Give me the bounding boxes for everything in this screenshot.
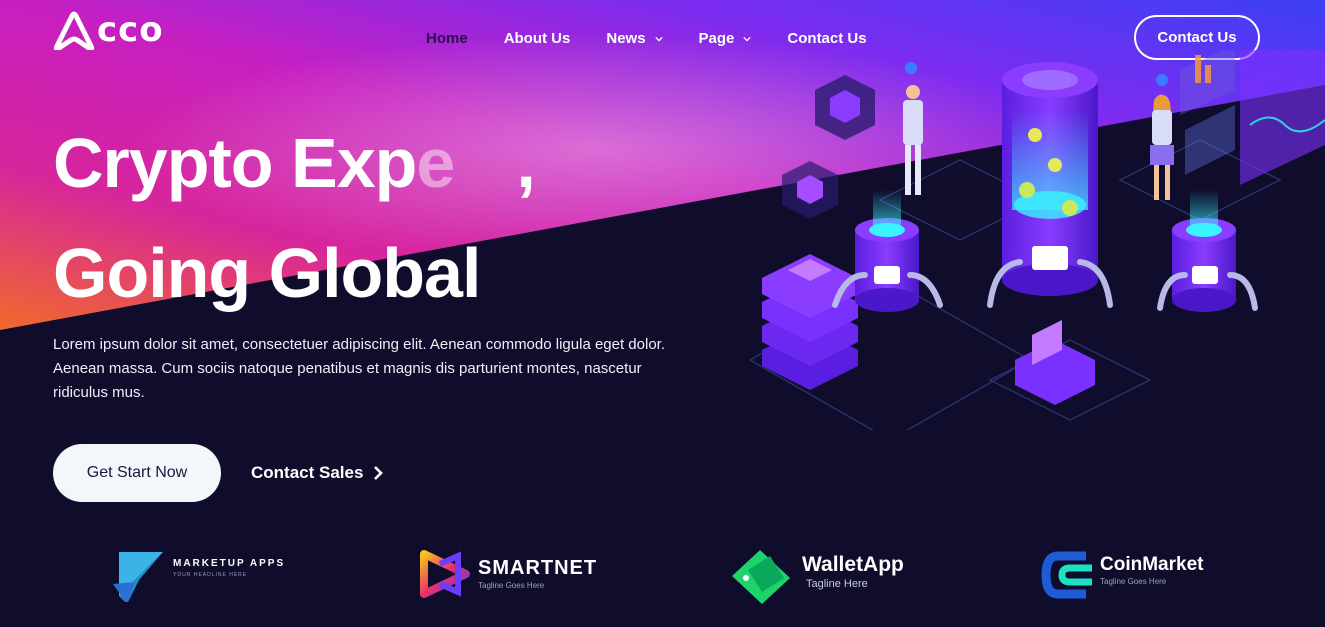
hero-title-typed: Crypto Exp (53, 124, 417, 202)
hero-title: Crypto Expe, Going Global (53, 108, 536, 328)
partner-tagline: Tagline Goes Here (478, 581, 545, 590)
nav-news[interactable]: News (606, 30, 663, 47)
partner-logo-walletapp[interactable]: WalletApp Tagline Here (730, 548, 904, 606)
partner-logo-marketup[interactable]: MARKETUP APPS YOUR HEADLINE HERE (113, 548, 285, 602)
logo-text: cco (97, 10, 164, 50)
walletapp-text: WalletApp Tagline Here (802, 554, 904, 590)
marketup-text: MARKETUP APPS YOUR HEADLINE HERE (173, 557, 286, 578)
scientist-woman (1150, 74, 1174, 200)
logo-mark-icon (53, 11, 95, 50)
hero-title-typing-char: e (416, 124, 455, 202)
partner-name: SMARTNET (478, 557, 598, 579)
walletapp-logo-icon (732, 550, 790, 604)
partner-logo-coinmarket[interactable]: CoinMarket Tagline Goes Here (1040, 548, 1203, 602)
hero-title-comma: , (516, 124, 535, 202)
smartnet-text: SMARTNET Tagline Goes Here (478, 558, 597, 590)
partner-tagline: Tagline Goes Here (1100, 576, 1167, 586)
contact-sales-link[interactable]: Contact Sales (251, 463, 385, 483)
left-pod (855, 190, 919, 312)
coinmarket-logo-icon (1041, 551, 1092, 599)
partner-name: WalletApp (802, 553, 904, 576)
main-nav: Home About Us News Page Contact Us (426, 30, 903, 47)
nav-about-us[interactable]: About Us (504, 30, 571, 47)
nav-about-label: About Us (503, 30, 571, 47)
nav-contact-label: Contact Us (787, 30, 867, 47)
partner-name: MARKETUP APPS (173, 557, 286, 569)
marketup-logo-icon (113, 552, 163, 602)
partner-logo-smartnet[interactable]: SMARTNET Tagline Goes Here (420, 548, 597, 600)
get-start-now-button[interactable]: Get Start Now (53, 444, 221, 502)
partner-name: CoinMarket (1100, 553, 1204, 575)
coinmarket-text: CoinMarket Tagline Goes Here (1100, 555, 1203, 586)
laptop (1015, 320, 1095, 405)
scientist-man (903, 62, 923, 195)
chevron-down-icon (654, 36, 663, 42)
smartnet-logo-icon (420, 550, 470, 598)
hero-description: Lorem ipsum dolor sit amet, consectetuer… (53, 336, 666, 401)
nav-contact-us[interactable]: Contact Us (787, 30, 866, 47)
chevron-right-icon (374, 466, 384, 480)
hero-title-line-2: Going Global (53, 234, 481, 312)
nav-page[interactable]: Page (699, 30, 752, 47)
nav-page-label: Page (698, 30, 735, 47)
hero-title-line-1: Crypto Expe, (53, 108, 536, 218)
nav-home[interactable]: Home (426, 30, 468, 47)
partner-tagline: YOUR HEADLINE HERE (173, 571, 248, 578)
chevron-down-icon (743, 36, 752, 42)
server-stack (762, 254, 858, 390)
nav-home-label: Home (426, 30, 468, 47)
crypto-isometric-illustration (748, 50, 1325, 430)
nav-news-label: News (606, 30, 646, 47)
partner-tagline: Tagline Here (806, 578, 868, 590)
right-pod (1172, 190, 1236, 312)
brand-logo[interactable]: cco (53, 10, 164, 50)
contact-sales-label: Contact Sales (251, 463, 364, 482)
